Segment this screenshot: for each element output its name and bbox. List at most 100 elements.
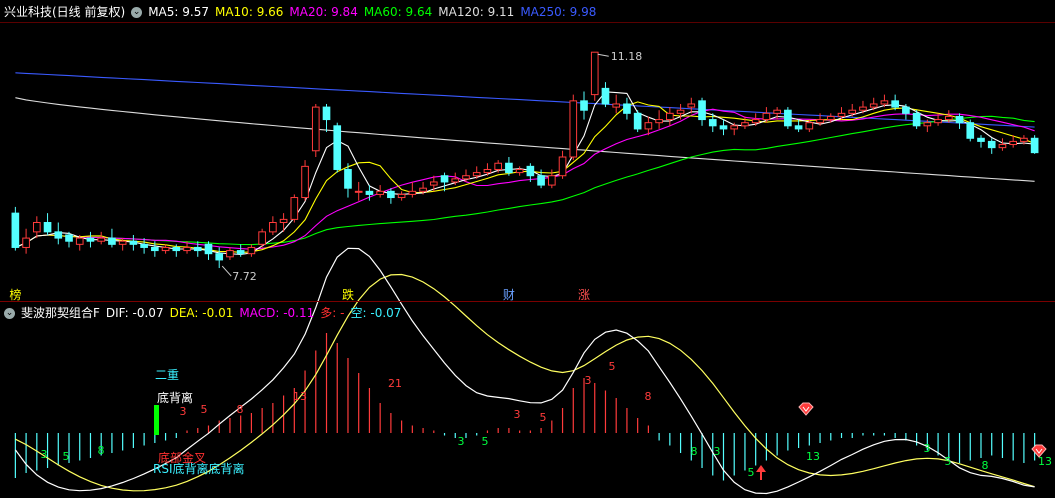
high-price-label: 11.18 (611, 50, 643, 63)
candle (140, 238, 148, 254)
candle (32, 216, 41, 239)
candle (515, 166, 524, 176)
fib-label-green: 8 (982, 459, 989, 472)
candle (912, 110, 921, 129)
ma250-value: 9.98 (569, 5, 597, 19)
fib-label-green: 8 (98, 444, 105, 457)
candle (108, 228, 116, 248)
candle (505, 157, 513, 176)
kong-legend: 空: -0.07 (350, 306, 401, 320)
ma10-label: MA10: (214, 5, 253, 19)
annotation-double: 二重 (155, 368, 179, 382)
kong-label: 空: (350, 306, 367, 320)
fib-label-red: 5 (201, 403, 208, 416)
ma20-label: MA20: (289, 5, 328, 19)
high-pointer (597, 53, 609, 57)
candle (569, 94, 578, 161)
candle (204, 241, 213, 260)
candle (590, 51, 599, 101)
ma250-line (15, 72, 1035, 128)
ma250-label: MA250: (520, 5, 566, 19)
low-price-label: 7.72 (232, 270, 257, 283)
candle (236, 244, 245, 257)
chevron-down-icon[interactable]: ⌄ (4, 308, 15, 319)
top-divider (0, 22, 1055, 23)
candle (376, 185, 384, 198)
fib-label-red: 13 (293, 390, 307, 403)
candle (1030, 135, 1039, 154)
chart-canvas: 11.187.72榜跌财涨 二重底背离底部金叉RSI底背离底背离3 5 813213… (9, 50, 1052, 495)
ma5-value: 9.57 (182, 5, 209, 19)
diamond-icon (798, 402, 814, 416)
candle (623, 97, 631, 120)
dif-legend: DIF: -0.07 (106, 306, 164, 320)
macd-legend: MACD: -0.11 (239, 306, 314, 320)
duo-value: - (340, 306, 345, 320)
annotation-divergence: 底背离 (157, 390, 193, 405)
price-legend: 兴业科技(日线 前复权) ⌄ MA5: 9.57 MA10: 9.66 MA20: 9.… (4, 2, 602, 22)
candle (408, 181, 417, 198)
event-marker-0: 榜 (9, 287, 21, 302)
stock-title[interactable]: 兴业科技(日线 前复权) (4, 5, 125, 19)
event-marker-2: 财 (503, 288, 515, 302)
ma10-value: 9.66 (256, 5, 284, 19)
candle (762, 107, 771, 123)
candle (333, 122, 342, 173)
candle (215, 247, 224, 269)
signal-bar (154, 405, 159, 435)
ma20-value: 9.84 (331, 5, 358, 19)
candle (558, 150, 567, 179)
fib-label-red: 3 (180, 405, 187, 418)
dif-label: DIF: (105, 306, 129, 320)
ma60-label: MA60: (363, 5, 402, 19)
fib-label-green: 13 (1038, 455, 1052, 468)
chevron-down-icon[interactable]: ⌄ (131, 7, 143, 18)
fib-label-red: 5 (609, 360, 616, 373)
candle (43, 213, 52, 235)
candle (269, 216, 277, 235)
candle (955, 113, 964, 129)
candle (784, 107, 792, 129)
candle (22, 228, 30, 254)
candle (387, 188, 395, 204)
fib-label-green: 3 (41, 448, 48, 461)
dea-value: -0.01 (202, 306, 234, 320)
fib-label-red: 21 (388, 377, 402, 390)
ma5-legend: MA5: 9.57 (148, 5, 209, 19)
macd-value: -0.11 (283, 306, 315, 320)
fib-label-red: 3 (585, 374, 592, 387)
candle (987, 138, 996, 154)
candle (354, 181, 363, 201)
ma20-line (15, 108, 1035, 250)
ma120-label: MA120: (438, 5, 484, 19)
candle (966, 119, 975, 142)
fib-label-green: 5 (63, 450, 70, 463)
candle (633, 110, 642, 133)
event-marker-1: 跌 (342, 287, 354, 302)
fib-label-red: 8 (237, 403, 244, 416)
up-arrow-icon (756, 465, 766, 480)
indicator-title[interactable]: 斐波那契组合F (21, 306, 100, 320)
candle (322, 103, 331, 133)
ma20-legend: MA20: 9.84 (289, 5, 357, 19)
fib-label-green: 3 (924, 442, 931, 455)
candle (54, 222, 63, 245)
fib-label-green: 5 (945, 455, 952, 468)
candle (279, 213, 288, 232)
candle (311, 103, 320, 157)
candle (247, 244, 256, 257)
candle (601, 82, 610, 108)
event-marker-3: 涨 (578, 287, 590, 302)
candle (258, 228, 266, 248)
candle (730, 122, 739, 136)
dea-label: DEA: (169, 306, 199, 320)
candle (97, 231, 106, 245)
candle (397, 191, 406, 201)
fib-label-green: 3 (714, 445, 721, 458)
candle (11, 206, 20, 251)
candle (687, 97, 696, 114)
ma5-label: MA5: (148, 5, 179, 19)
fib-label-green: 3 (458, 435, 465, 448)
duo-legend: 多: - (320, 306, 344, 320)
candle (698, 97, 706, 126)
